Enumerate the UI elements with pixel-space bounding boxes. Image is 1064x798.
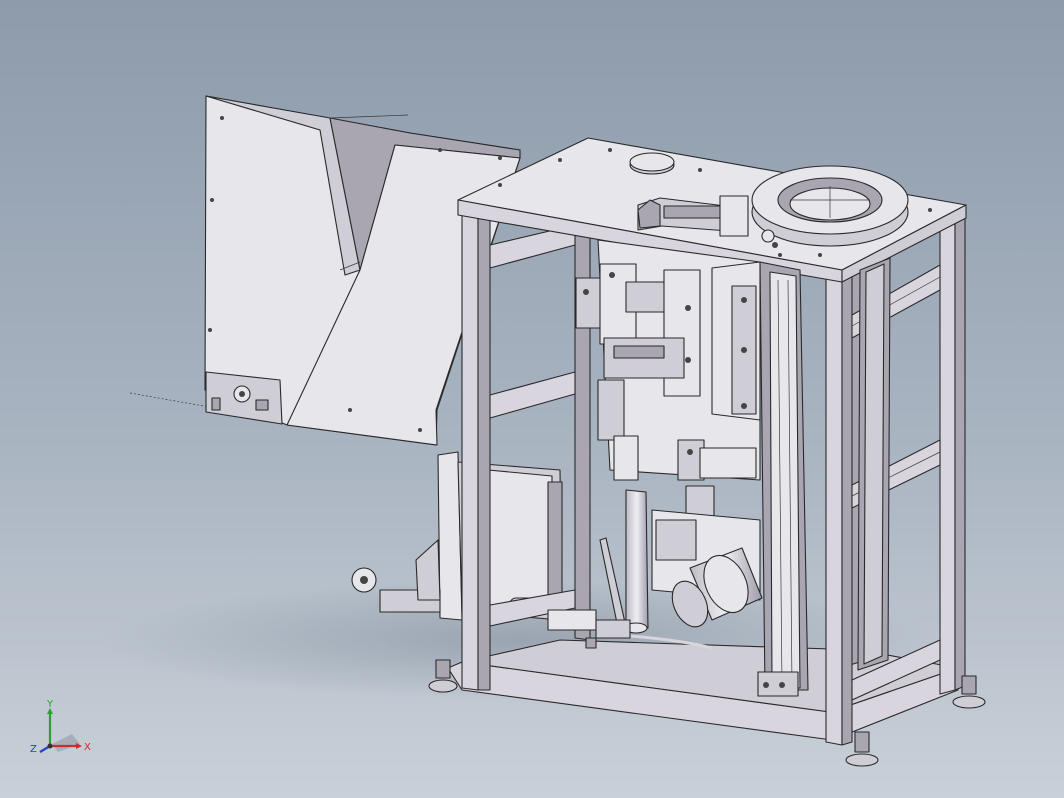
cad-model-view [100, 95, 986, 767]
lower-feeder-assembly [351, 451, 563, 621]
cad-viewport[interactable]: X Y Z [0, 0, 1064, 798]
triad-plane [52, 734, 80, 752]
triad-y-label: Y [46, 700, 54, 710]
triad-z-label: Z [30, 744, 37, 755]
triad-x-label: X [84, 742, 91, 753]
foot-rear-left [585, 637, 597, 649]
triad-origin [47, 743, 53, 749]
coordinate-triad: X Y Z [30, 700, 91, 755]
